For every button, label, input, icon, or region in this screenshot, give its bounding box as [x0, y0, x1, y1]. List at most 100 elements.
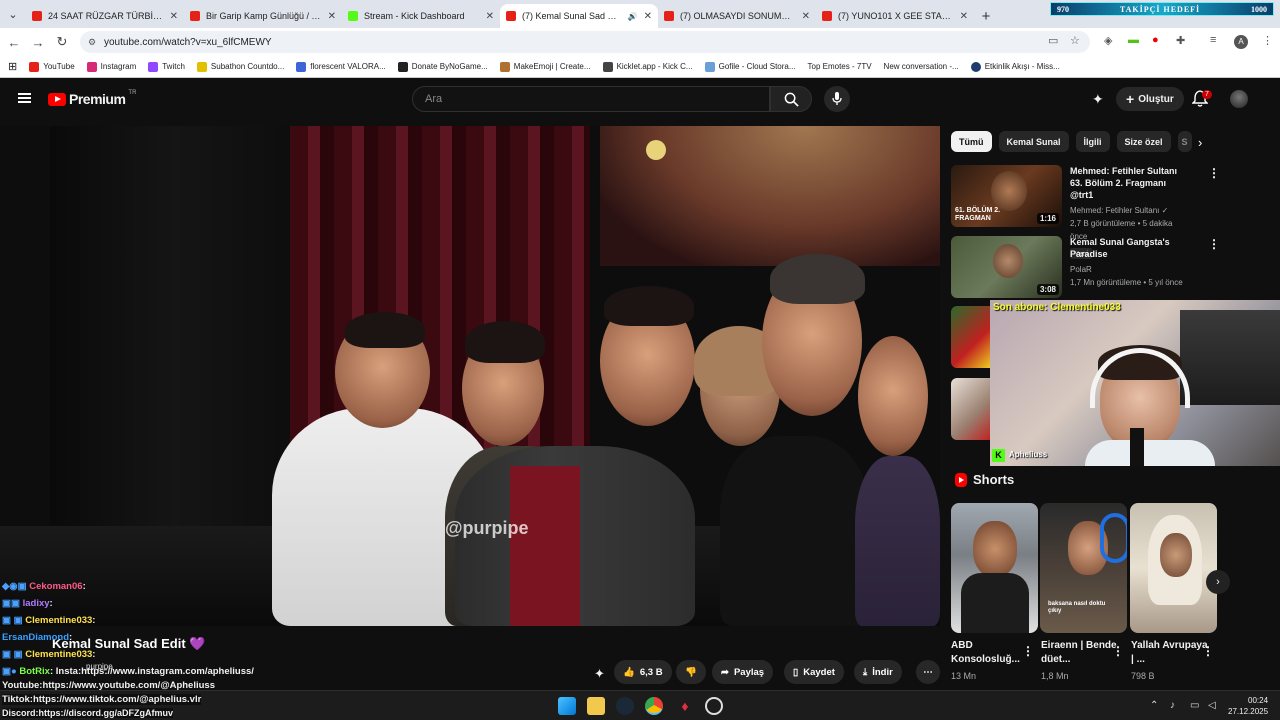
tab-4[interactable]: (7) OLMASAYDI SONUMUZ BÖY ✕ [658, 4, 816, 28]
share-button[interactable]: ➦ Paylaş [712, 660, 774, 684]
bookmark-makeemoji[interactable]: MakeEmoji | Create... [499, 61, 591, 72]
address-bar[interactable]: ⚙ youtube.com/watch?v=xu_6lfCMEWY [80, 31, 1090, 53]
close-icon[interactable]: ✕ [644, 11, 652, 22]
recommendation-item[interactable]: 3:08 Kemal Sunal Gangsta's Paradise Pola… [951, 236, 1190, 298]
network-icon[interactable]: ▭ [1190, 700, 1199, 711]
install-icon[interactable]: ▭ [1048, 34, 1058, 47]
like-button[interactable]: 👍 6,3 B [614, 660, 672, 684]
tab-2[interactable]: Stream - Kick Dashboard ✕ [342, 4, 500, 28]
video-title[interactable]: Kemal Sunal Gangsta's Paradise [1070, 236, 1190, 260]
video-title[interactable]: Mehmed: Fetihler Sultanı 63. Bölüm 2. Fr… [1070, 165, 1190, 201]
valorant-icon[interactable]: ♦ [676, 697, 694, 715]
mic-tray-icon[interactable]: ♪ [1170, 700, 1175, 711]
bookmark-new-conversation[interactable]: New conversation -... [884, 62, 959, 71]
chat-message: ▣▣ ladixy: [2, 598, 53, 609]
chip-for-you[interactable]: Size özel [1116, 131, 1171, 152]
short-thumbnail[interactable] [1130, 503, 1217, 633]
channel-name[interactable]: Mehmed: Fetihler Sultanı ✓ [1070, 204, 1190, 217]
shorts-next-button[interactable]: › [1206, 570, 1230, 594]
short-title[interactable]: Yallah Avrupaya | ... [1131, 639, 1211, 667]
close-icon[interactable]: ✕ [170, 11, 178, 22]
sparkle-icon[interactable]: ✦ [594, 666, 605, 682]
reload-icon[interactable]: ↻ [50, 34, 74, 50]
tab-1[interactable]: Bir Garip Kamp Günlüğü / Yılba ✕ [184, 4, 342, 28]
bookmark-star-icon[interactable]: ☆ [1070, 34, 1080, 47]
download-button[interactable]: ⤓ İndir [854, 660, 902, 684]
create-button[interactable]: + Oluştur [1116, 87, 1184, 111]
filter-chips: Tümü Kemal Sunal İlgili Size özel S [951, 131, 1192, 152]
youtube-premium-logo[interactable]: Premium TR [48, 90, 136, 107]
green-extension-icon[interactable]: ▬ [1128, 34, 1139, 46]
bookmark-kicklet[interactable]: Kicklet.app - Kick C... [602, 61, 693, 72]
clock[interactable]: 00:24 27.12.2025 [1228, 695, 1268, 717]
video-thumbnail[interactable]: 61. BÖLÜM 2. FRAGMAN 1:16 [951, 165, 1062, 227]
bookmark-7tv[interactable]: Top Emotes - 7TV [808, 62, 872, 71]
more-options-icon[interactable]: ⋮ [1202, 644, 1214, 658]
bookmark-instagram[interactable]: Instagram [86, 61, 136, 72]
chevron-right-icon[interactable]: › [1198, 135, 1202, 150]
chip-kemal-sunal[interactable]: Kemal Sunal [998, 131, 1069, 152]
profile-avatar[interactable]: A [1234, 35, 1248, 49]
dislike-button[interactable]: 👎 [676, 660, 706, 684]
more-options-icon[interactable]: ⋮ [1112, 644, 1124, 658]
save-button[interactable]: ▯ Kaydet [784, 660, 844, 684]
more-actions-button[interactable]: ⋯ [916, 660, 940, 684]
more-options-icon[interactable]: ⋮ [1208, 166, 1220, 180]
bookmark-youtube[interactable]: YouTube [29, 61, 75, 72]
back-icon[interactable]: ← [2, 35, 26, 50]
file-explorer-icon[interactable] [587, 697, 605, 715]
shield-extension-icon[interactable]: ◈ [1104, 34, 1112, 47]
new-tab-button[interactable]: + [974, 4, 998, 28]
bookmark-valorant[interactable]: florescent VALORA... [296, 61, 386, 72]
tab-0[interactable]: 24 SAAT RÜZGAR TÜRBİNİNDE ✕ [26, 4, 184, 28]
channel-name[interactable]: PolaR [1070, 263, 1190, 276]
close-icon[interactable]: ✕ [486, 11, 494, 22]
menu-icon[interactable] [18, 93, 31, 103]
chevron-up-icon[interactable]: ⌃ [1150, 700, 1158, 711]
obs-icon[interactable] [705, 697, 723, 715]
short-thumbnail[interactable] [951, 503, 1038, 633]
bookmark-donate[interactable]: Donate ByNoGame... [397, 61, 488, 72]
short-thumbnail[interactable]: baksana nasıl doktu çıkıy [1040, 503, 1127, 633]
chrome-icon[interactable] [645, 697, 663, 715]
bookmark-subathon[interactable]: Subathon Countdo... [196, 61, 284, 72]
close-icon[interactable]: ✕ [328, 11, 336, 22]
close-icon[interactable]: ✕ [802, 11, 810, 22]
chip-all[interactable]: Tümü [951, 131, 992, 152]
puzzle-extensions-icon[interactable]: ✚ [1176, 34, 1185, 47]
tab-5[interactable]: (7) YUNO101 X GEE STAR - ABİ ✕ [816, 4, 974, 28]
video-thumbnail[interactable]: 3:08 [951, 236, 1062, 298]
chip-more[interactable]: S [1177, 131, 1192, 152]
tab-search-icon[interactable]: ⌄ [0, 0, 26, 28]
account-avatar[interactable] [1230, 90, 1248, 108]
close-icon[interactable]: ✕ [960, 11, 968, 22]
video-thumbnail[interactable] [951, 378, 991, 440]
search-input[interactable]: Ara [412, 86, 770, 112]
volume-icon[interactable]: ◁ [1208, 700, 1216, 711]
more-options-icon[interactable]: ⋮ [1208, 237, 1220, 251]
bookmark-twitch[interactable]: Twitch [148, 61, 185, 72]
search-button[interactable] [770, 86, 812, 112]
sparkle-icon[interactable]: ✦ [1092, 91, 1104, 108]
opera-extension-icon[interactable]: ● [1152, 34, 1159, 46]
voice-search-button[interactable] [824, 86, 850, 112]
apps-grid-icon[interactable]: ⊞ [8, 60, 17, 73]
tab-3[interactable]: (7) Kemal Sunal Sad Edit 💜 🔊 ✕ [500, 4, 658, 28]
more-menu-icon[interactable]: ⋮ [1262, 34, 1273, 47]
short-title[interactable]: Eiraenn | Bende düet... [1041, 639, 1121, 667]
forward-icon[interactable]: → [26, 35, 50, 50]
video-player[interactable]: @purpipe [0, 126, 940, 626]
more-options-icon[interactable]: ⋮ [1022, 644, 1034, 658]
bookmark-gofile[interactable]: Gofile - Cloud Stora... [704, 61, 796, 72]
steam-icon[interactable] [616, 697, 634, 715]
toolbar: ← → ↻ ⚙ youtube.com/watch?v=xu_6lfCMEWY ▭… [0, 28, 1280, 56]
speaker-icon[interactable]: 🔊 [628, 12, 638, 21]
short-title[interactable]: ABD Konsolosluğ... [951, 639, 1031, 667]
youtube-favicon-icon [32, 11, 42, 21]
bookmark-etkinlik[interactable]: Etkinlik Akışı - Miss... [970, 61, 1060, 72]
media-controls-icon[interactable]: ≡ [1210, 34, 1216, 46]
site-info-icon[interactable]: ⚙ [88, 37, 96, 48]
chip-related[interactable]: İlgili [1075, 131, 1110, 152]
windows-start-icon[interactable] [558, 697, 576, 715]
video-thumbnail[interactable] [951, 306, 991, 368]
